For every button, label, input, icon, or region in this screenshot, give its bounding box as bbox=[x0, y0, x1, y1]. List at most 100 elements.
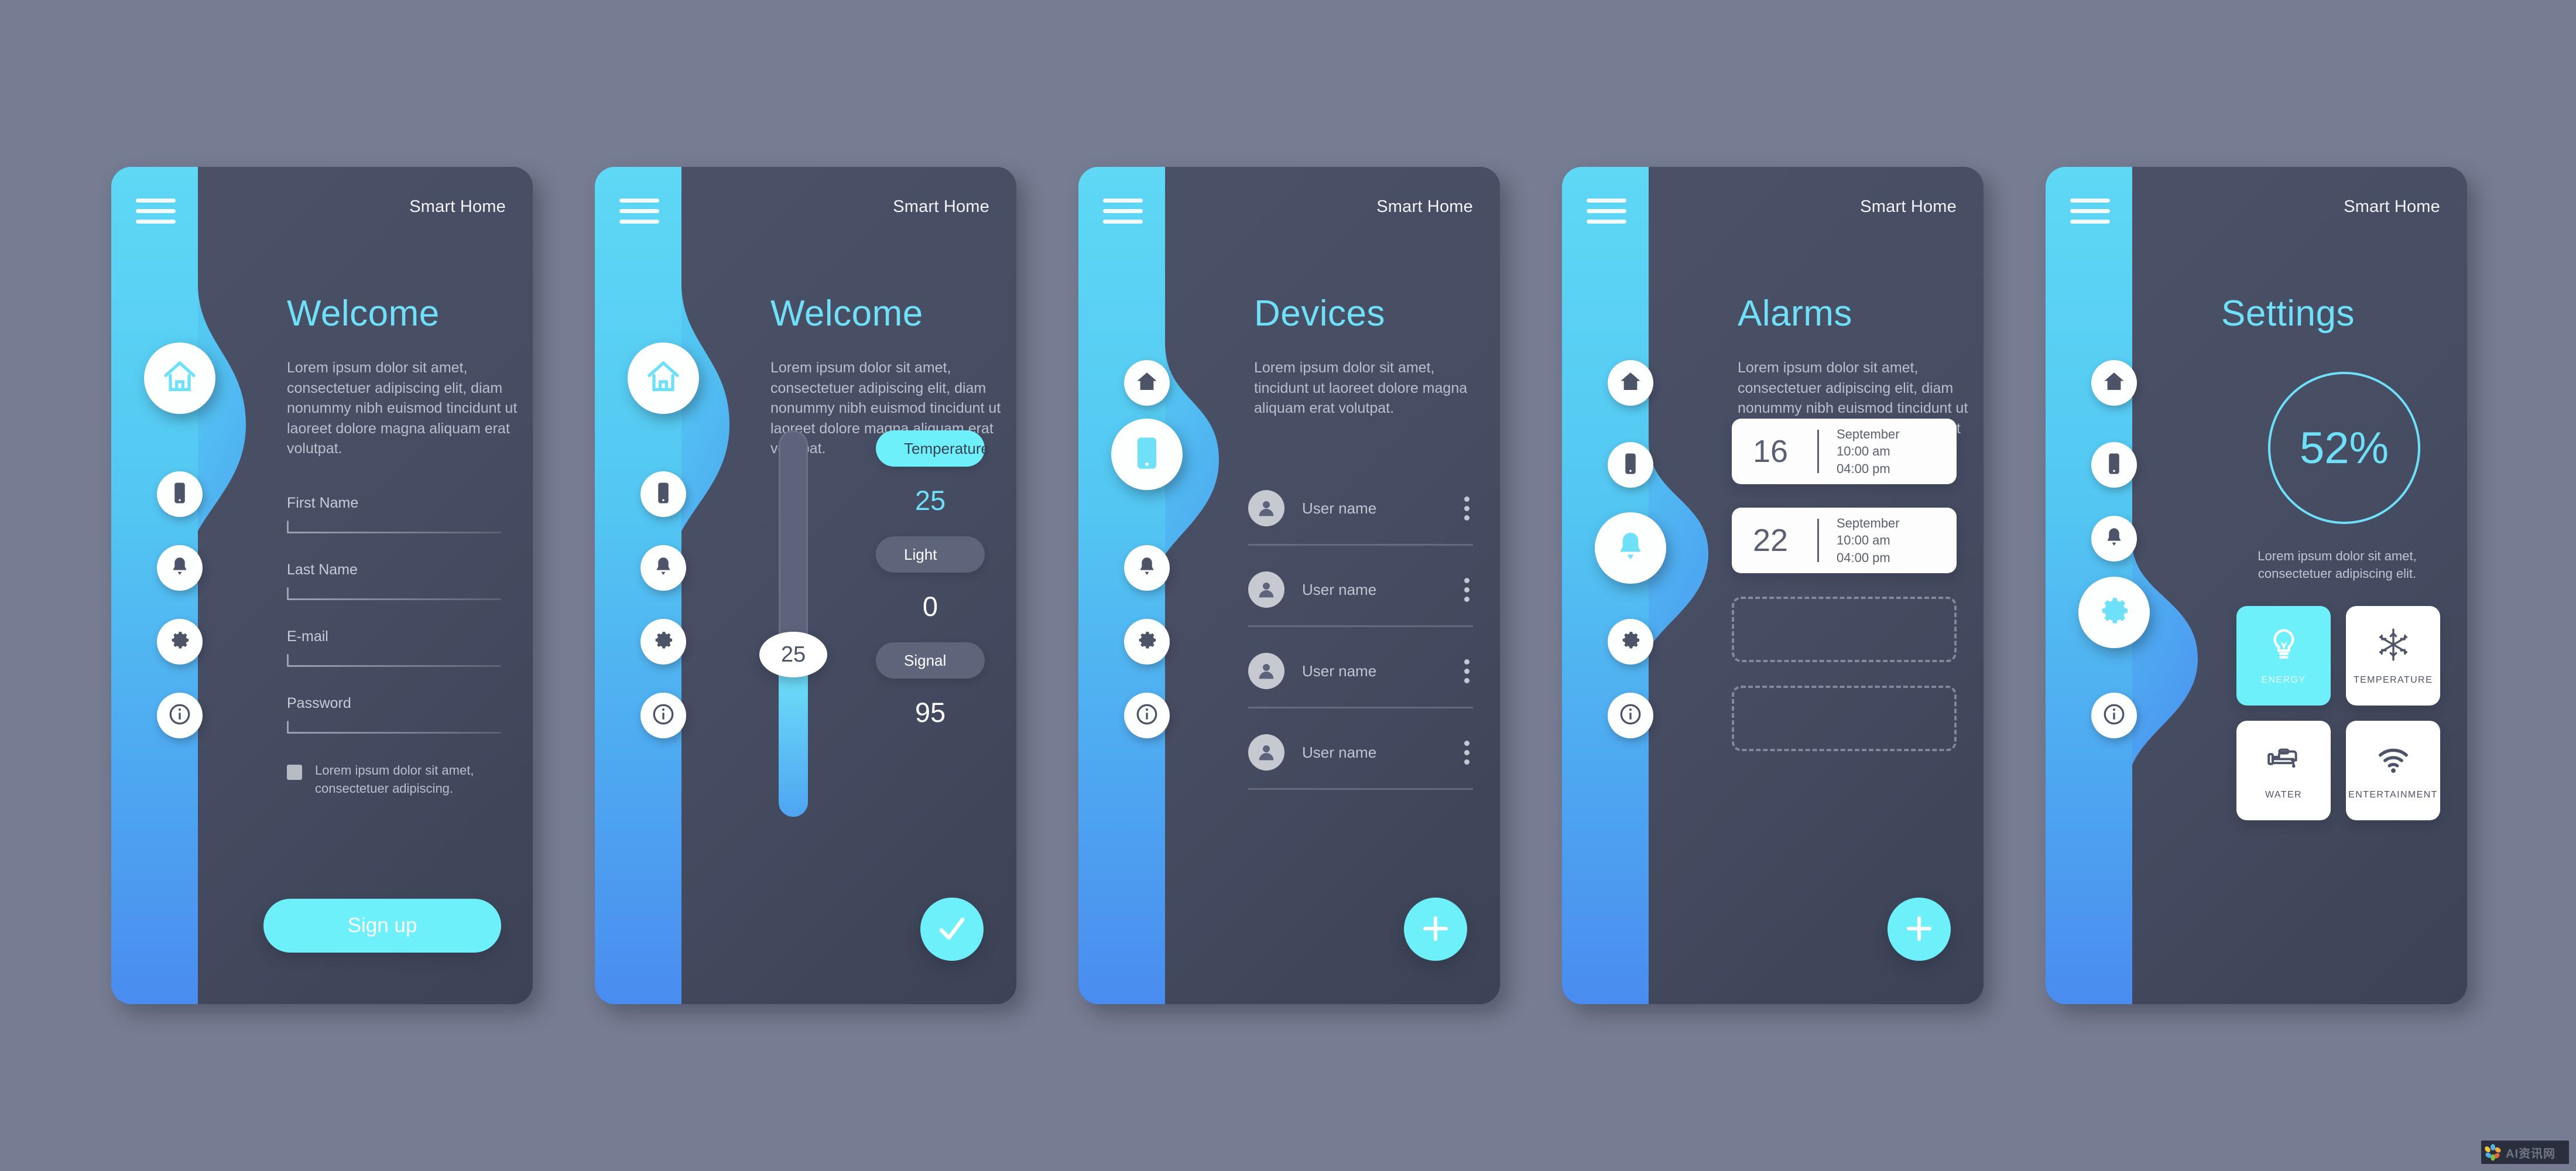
phone-icon bbox=[167, 481, 192, 508]
watermark-text: AI资讯网 bbox=[2506, 1147, 2556, 1160]
sidebar-item-devices[interactable] bbox=[1608, 442, 1653, 488]
side-rail bbox=[1562, 167, 1649, 1004]
plus-icon bbox=[1901, 910, 1937, 949]
last-name-field[interactable]: Last Name bbox=[287, 561, 501, 600]
page-title: Smart Home bbox=[1860, 197, 1957, 216]
sidebar-item-home[interactable] bbox=[144, 343, 215, 414]
value-slider[interactable]: 25 bbox=[759, 430, 827, 817]
add-alarm-fab[interactable] bbox=[1888, 898, 1951, 961]
menu-button[interactable] bbox=[1103, 198, 1143, 224]
sidebar-item-home[interactable] bbox=[1124, 360, 1170, 406]
phone-screen-signup: Smart Home Welcome Lorem ipsum dolor sit… bbox=[111, 167, 533, 1004]
sidebar-item-settings[interactable] bbox=[640, 619, 686, 665]
alarm-end: 04:00 pm bbox=[1837, 461, 1890, 476]
slider-knob[interactable]: 25 bbox=[759, 632, 827, 678]
field-underline bbox=[287, 587, 501, 600]
gauge-value: 52% bbox=[2299, 423, 2389, 473]
consent-row[interactable]: Lorem ipsum dolor sit amet, consectetuer… bbox=[287, 762, 501, 798]
sidebar-item-home[interactable] bbox=[628, 343, 699, 414]
info-icon bbox=[167, 702, 192, 730]
sidebar-item-settings[interactable] bbox=[157, 619, 203, 665]
sidebar-item-devices[interactable] bbox=[640, 471, 686, 517]
menu-button[interactable] bbox=[2070, 198, 2110, 224]
screen-heading: Devices bbox=[1254, 293, 1386, 334]
sidebar-item-devices[interactable] bbox=[2091, 442, 2137, 488]
sidebar-item-home[interactable] bbox=[1608, 360, 1653, 406]
phone-icon bbox=[2102, 451, 2126, 479]
tile-entertainment[interactable]: ENTERTAINMENT bbox=[2346, 721, 2440, 820]
screens-stage: Smart Home Welcome Lorem ipsum dolor sit… bbox=[0, 0, 2576, 1171]
chip-signal[interactable]: Signal bbox=[876, 642, 985, 679]
sidebar-item-settings[interactable] bbox=[2078, 577, 2150, 648]
watermark-badge: AI资讯网 bbox=[2481, 1141, 2569, 1164]
alarm-start: 10:00 am bbox=[1837, 444, 1890, 459]
alarm-empty-slot[interactable] bbox=[1732, 597, 1957, 662]
alarm-card[interactable]: 22 September 10:00 am 04:00 pm bbox=[1732, 508, 1957, 573]
more-options-icon[interactable] bbox=[1461, 574, 1473, 605]
menu-button[interactable] bbox=[619, 198, 659, 224]
bell-icon bbox=[1135, 554, 1159, 582]
plus-icon bbox=[1417, 910, 1454, 949]
slider-track[interactable]: 25 bbox=[759, 430, 827, 817]
screen-content: Welcome Lorem ipsum dolor sit amet, cons… bbox=[759, 255, 1016, 1004]
email-field[interactable]: E-mail bbox=[287, 628, 501, 667]
more-options-icon[interactable] bbox=[1461, 493, 1473, 524]
phone-screen-devices: Smart Home Devices Lorem ipsum dolor sit… bbox=[1078, 167, 1500, 1004]
sidebar-item-alarms[interactable] bbox=[157, 545, 203, 591]
password-field[interactable]: Password bbox=[287, 695, 501, 734]
tile-water[interactable]: WATER bbox=[2236, 721, 2331, 820]
list-item[interactable]: User name bbox=[1248, 646, 1473, 708]
signup-button[interactable]: Sign up bbox=[263, 899, 501, 953]
sidebar-item-info[interactable] bbox=[1608, 693, 1653, 738]
sidebar-item-devices[interactable] bbox=[1111, 419, 1183, 490]
sidebar-item-info[interactable] bbox=[2091, 693, 2137, 738]
sidebar-item-alarms[interactable] bbox=[2091, 516, 2137, 561]
field-underline bbox=[287, 521, 501, 533]
page-title: Smart Home bbox=[893, 197, 989, 216]
alarm-card[interactable]: 16 September 10:00 am 04:00 pm bbox=[1732, 419, 1957, 484]
sidebar-item-devices[interactable] bbox=[157, 471, 203, 517]
tile-energy[interactable]: ENERGY bbox=[2236, 606, 2331, 706]
sidebar-item-alarms[interactable] bbox=[1595, 512, 1666, 584]
alarm-month: September bbox=[1837, 426, 1900, 441]
menu-button[interactable] bbox=[136, 198, 176, 224]
more-options-icon[interactable] bbox=[1461, 737, 1473, 768]
phone-screen-controls: Smart Home Welcome Lorem ipsum dolor sit… bbox=[595, 167, 1016, 1004]
tile-temperature[interactable]: TEMPERATURE bbox=[2346, 606, 2440, 706]
list-item[interactable]: User name bbox=[1248, 483, 1473, 546]
sidebar-item-settings[interactable] bbox=[1608, 619, 1653, 665]
confirm-fab[interactable] bbox=[920, 898, 984, 961]
screen-content: Devices Lorem ipsum dolor sit amet, tinc… bbox=[1248, 255, 1500, 1004]
add-device-fab[interactable] bbox=[1404, 898, 1467, 961]
settings-tile-grid: ENERGY TEMPERATURE WATER ENTERTAINMENT bbox=[2236, 606, 2440, 820]
slider-fill bbox=[779, 662, 808, 817]
sidebar-item-home[interactable] bbox=[2091, 360, 2137, 406]
flower-logo-icon bbox=[2485, 1144, 2501, 1161]
first-name-field[interactable]: First Name bbox=[287, 495, 501, 533]
home-icon bbox=[161, 358, 198, 399]
sidebar-item-alarms[interactable] bbox=[640, 545, 686, 591]
sidebar-item-info[interactable] bbox=[640, 693, 686, 738]
list-item-label: User name bbox=[1302, 580, 1377, 598]
menu-button[interactable] bbox=[1587, 198, 1626, 224]
sidebar-item-alarms[interactable] bbox=[1124, 545, 1170, 591]
signup-form: First Name Last Name E-mail Password Lor… bbox=[287, 495, 501, 798]
alarm-empty-slot[interactable] bbox=[1732, 686, 1957, 751]
sidebar-item-info[interactable] bbox=[157, 693, 203, 738]
list-item[interactable]: User name bbox=[1248, 564, 1473, 627]
sidebar-item-settings[interactable] bbox=[1124, 619, 1170, 665]
sidebar-item-info[interactable] bbox=[1124, 693, 1170, 738]
phone-icon bbox=[1618, 451, 1643, 479]
chip-light[interactable]: Light bbox=[876, 536, 985, 573]
bulb-icon bbox=[2266, 626, 2302, 666]
chip-label: Signal bbox=[904, 651, 947, 669]
divider bbox=[1817, 519, 1819, 562]
chip-temperature[interactable]: Temperature bbox=[876, 430, 989, 467]
tile-label: ENTERTAINMENT bbox=[2348, 789, 2438, 800]
screen-content: Welcome Lorem ipsum dolor sit amet, cons… bbox=[263, 255, 533, 1004]
info-icon bbox=[1618, 702, 1643, 730]
avatar bbox=[1248, 653, 1284, 689]
more-options-icon[interactable] bbox=[1461, 656, 1473, 687]
list-item[interactable]: User name bbox=[1248, 727, 1473, 790]
consent-checkbox[interactable] bbox=[287, 765, 302, 780]
